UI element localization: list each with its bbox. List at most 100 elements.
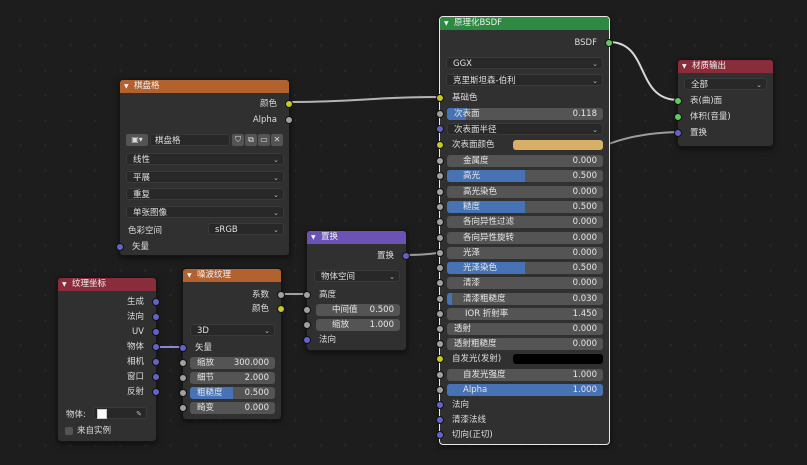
roughness-field[interactable]: 粗糙度 0.500: [190, 387, 275, 399]
subsurface-method-dropdown[interactable]: 克里斯坦森-伯利 ⌄: [446, 74, 603, 86]
node-header[interactable]: ▼ 噪波纹理: [183, 269, 281, 282]
specular-field[interactable]: 高光 0.500: [447, 170, 603, 183]
roughness-field[interactable]: 糙度 0.500: [447, 200, 603, 213]
anisotropic-rotation-field[interactable]: 各向异性旋转 0.000: [447, 231, 603, 244]
eyedropper-icon[interactable]: ✎: [136, 408, 142, 420]
input-anisotropic-rotation-socket[interactable]: [436, 233, 444, 242]
output-displacement-socket[interactable]: [402, 252, 410, 260]
scale-field[interactable]: 缩放 1.000: [316, 319, 400, 331]
input-ior-socket[interactable]: [436, 310, 444, 318]
input-transmission-roughness-socket[interactable]: [436, 340, 444, 348]
input-distortion-socket[interactable]: [179, 404, 187, 412]
image-name-field[interactable]: 棋盘格: [150, 134, 230, 146]
output-window-socket[interactable]: [152, 373, 160, 381]
duplicate-icon[interactable]: ⧉: [245, 134, 257, 146]
emission-strength-field[interactable]: 自发光强度 1.000: [447, 369, 603, 381]
input-tangent-socket[interactable]: [436, 431, 444, 439]
collapse-arrow-icon[interactable]: ▼: [444, 17, 449, 30]
input-sheen-socket[interactable]: [436, 248, 444, 257]
transmission-field[interactable]: 透射 0.000: [447, 323, 603, 335]
input-clearcoat-socket[interactable]: [436, 279, 444, 288]
input-emission-socket[interactable]: [436, 355, 444, 363]
output-camera-socket[interactable]: [152, 358, 160, 366]
dimensions-dropdown[interactable]: 3D ⌄: [190, 324, 275, 336]
folder-icon[interactable]: ▭: [258, 134, 270, 146]
input-specular-tint-socket[interactable]: [436, 187, 444, 196]
input-subsurface-socket[interactable]: [436, 110, 444, 118]
input-emission-strength-socket[interactable]: [436, 371, 444, 379]
sheen-tint-field[interactable]: 光泽染色 0.500: [447, 262, 603, 275]
input-alpha-socket[interactable]: [436, 386, 444, 394]
anisotropic-field[interactable]: 各向异性过滤 0.000: [447, 216, 603, 229]
output-normal-socket[interactable]: [152, 313, 160, 321]
shield-icon[interactable]: ⛉: [232, 134, 244, 146]
node-header[interactable]: ▼ 棋盘格: [120, 80, 289, 93]
detail-field[interactable]: 细节 2.000: [190, 372, 275, 384]
input-base-color-socket[interactable]: [436, 94, 444, 102]
input-midlevel-socket[interactable]: [303, 306, 311, 314]
clearcoat-roughness-field[interactable]: 清漆粗糙度 0.030: [447, 292, 603, 305]
collapse-arrow-icon[interactable]: ▼: [682, 60, 687, 73]
output-alpha-socket[interactable]: [285, 116, 293, 124]
midlevel-field[interactable]: 中间值 0.500: [316, 304, 400, 316]
input-detail-socket[interactable]: [179, 374, 187, 382]
input-displacement-socket[interactable]: [674, 129, 682, 137]
input-specular-socket[interactable]: [436, 172, 444, 181]
input-transmission-socket[interactable]: [436, 325, 444, 333]
subsurface-color-swatch[interactable]: [513, 140, 603, 150]
input-metallic-socket[interactable]: [436, 157, 444, 165]
input-roughness-socket[interactable]: [179, 389, 187, 397]
displacement-node[interactable]: ▼ 置换 置换 物体空间 ⌄ 高度 中间值 0.500 缩放 1.000 法向: [303, 230, 410, 351]
extension-dropdown[interactable]: 重复 ⌄: [126, 188, 284, 200]
checker-texture-node[interactable]: ▼ 棋盘格 颜色 Alpha ▣▾ 棋盘格 ⛉ ⧉ ▭ ✕ 线性 ⌄ 平展 ⌄ 重复 ⌄…: [116, 79, 293, 256]
interpolation-dropdown[interactable]: 线性 ⌄: [126, 153, 284, 165]
input-roughness-socket[interactable]: [436, 202, 444, 211]
object-field[interactable]: ✎: [93, 407, 147, 419]
projection-dropdown[interactable]: 平展 ⌄: [126, 171, 284, 183]
distribution-dropdown[interactable]: GGX ⌄: [446, 57, 603, 69]
space-dropdown[interactable]: 物体空间 ⌄: [314, 270, 400, 282]
emission-color-swatch[interactable]: [513, 354, 603, 364]
input-subsurface-color-socket[interactable]: [436, 141, 444, 149]
output-bsdf-socket[interactable]: [605, 39, 613, 47]
node-header[interactable]: ▼ 置换: [307, 231, 406, 244]
output-fac-socket[interactable]: [277, 291, 285, 299]
input-sheen-tint-socket[interactable]: [436, 264, 444, 273]
input-vector-socket[interactable]: [116, 243, 124, 251]
collapse-arrow-icon[interactable]: ▼: [187, 269, 192, 282]
from-instancer-checkbox-row[interactable]: 来自实例: [65, 425, 111, 437]
noise-texture-node[interactable]: ▼ 噪波纹理 系数 颜色 3D ⌄ 矢量 缩放 300.000 细节 2.000 粗糙度…: [179, 268, 285, 420]
output-color-socket[interactable]: [277, 305, 285, 313]
input-vector-socket[interactable]: [179, 344, 187, 352]
output-reflection-socket[interactable]: [152, 388, 160, 396]
scale-field[interactable]: 缩放 300.000: [190, 357, 275, 369]
color-space-dropdown[interactable]: sRGB ⌄: [208, 223, 284, 235]
output-object-socket[interactable]: [152, 343, 160, 351]
input-clearcoat-normal-socket[interactable]: [436, 416, 444, 424]
alpha-field[interactable]: Alpha 1.000: [447, 384, 603, 396]
node-header[interactable]: ▼ 原理化BSDF: [440, 17, 609, 30]
subsurface-radius-dropdown[interactable]: 次表面半径 ⌄: [447, 123, 603, 135]
metallic-field[interactable]: 金属度 0.000: [447, 155, 603, 167]
collapse-arrow-icon[interactable]: ▼: [124, 80, 129, 93]
sheen-field[interactable]: 光泽 0.000: [447, 246, 603, 259]
subsurface-field[interactable]: 次表面 0.118: [447, 108, 603, 120]
output-color-socket[interactable]: [285, 100, 293, 108]
from-instancer-checkbox[interactable]: [65, 426, 73, 435]
input-subsurface-radius-socket[interactable]: [436, 125, 444, 133]
output-generated-socket[interactable]: [152, 298, 160, 306]
ior-field[interactable]: IOR 折射率 1.450: [447, 308, 603, 320]
input-normal-socket[interactable]: [303, 336, 311, 344]
collapse-arrow-icon[interactable]: ▼: [311, 231, 316, 244]
input-scale-socket[interactable]: [303, 321, 311, 329]
collapse-arrow-icon[interactable]: ▼: [62, 278, 67, 291]
input-surface-socket[interactable]: [674, 97, 682, 105]
source-dropdown[interactable]: 单张图像 ⌄: [126, 206, 284, 218]
input-clearcoat-roughness-socket[interactable]: [436, 294, 444, 303]
output-uv-socket[interactable]: [152, 328, 160, 336]
input-scale-socket[interactable]: [179, 359, 187, 367]
input-anisotropic-socket[interactable]: [436, 218, 444, 227]
input-height-socket[interactable]: [303, 291, 311, 299]
distortion-field[interactable]: 畸变 0.000: [190, 402, 275, 414]
transmission-roughness-field[interactable]: 透射粗糙度 0.000: [447, 338, 603, 350]
